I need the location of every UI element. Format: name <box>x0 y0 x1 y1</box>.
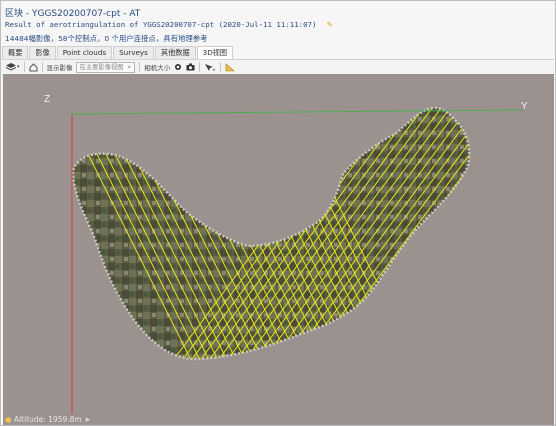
y-axis-line <box>71 109 524 115</box>
axis-y-label: Y <box>521 101 528 112</box>
pick-icon[interactable] <box>204 63 216 72</box>
toolbar-divider <box>41 62 43 72</box>
flight-line <box>243 107 445 360</box>
camera-size-label[interactable]: 相机大小 <box>144 62 170 72</box>
toolbar-divider <box>139 62 141 72</box>
show-images-label: 显示影像 <box>46 64 73 72</box>
axis-z-label: Z <box>44 94 51 105</box>
show-images-select[interactable]: 在主要影像视图 ▾ <box>75 61 136 73</box>
tab-images[interactable]: 影像 <box>29 46 56 59</box>
tab-3d-view[interactable]: 3D视图 <box>196 46 234 59</box>
flight-line <box>252 107 454 360</box>
view-toolbar: ▾ 显示影像 在主要影像视图 ▾ 相机大小 <box>2 59 554 75</box>
result-line: Result of aerotriangulation of YGGS20200… <box>5 20 332 30</box>
altitude-readout: ● Altitude: 1959.8m ➤ <box>5 415 91 424</box>
window-title: 区块 - YGGS20200707-cpt - AT <box>5 9 141 19</box>
ruler-icon[interactable] <box>225 62 235 72</box>
tab-point-clouds[interactable]: Point clouds <box>56 46 113 59</box>
edit-icon[interactable]: ✎ <box>327 20 332 30</box>
layers-icon[interactable]: ▾ <box>6 62 20 72</box>
tab-surveys[interactable]: Surveys <box>113 46 154 59</box>
scene-canvas <box>71 106 524 414</box>
eye-icon[interactable] <box>174 63 182 71</box>
show-images-select-value: 在主要影像视图 <box>79 63 124 71</box>
block-summary: 14484幅影像，58个控制点，0 个用户连接点，具有地理参考 <box>5 34 208 43</box>
result-text: Result of aerotriangulation of YGGS20200… <box>5 20 317 29</box>
toolbar-divider <box>220 62 222 72</box>
tab-overview[interactable]: 概要 <box>2 46 29 59</box>
application-window: 区块 - YGGS20200707-cpt - AT Result of aer… <box>0 0 556 426</box>
tab-other-data[interactable]: 其他数据 <box>154 46 196 59</box>
toolbar-divider <box>23 62 25 72</box>
toolbar-divider <box>199 62 201 72</box>
altitude-text: Altitude: 1959.8m <box>13 415 82 424</box>
home-icon[interactable] <box>29 62 38 72</box>
camera-icon[interactable] <box>186 63 195 71</box>
tab-bar: 概要 影像 Point clouds Surveys 其他数据 3D视图 <box>2 46 234 59</box>
3d-viewport[interactable]: Z Y <box>3 74 554 414</box>
